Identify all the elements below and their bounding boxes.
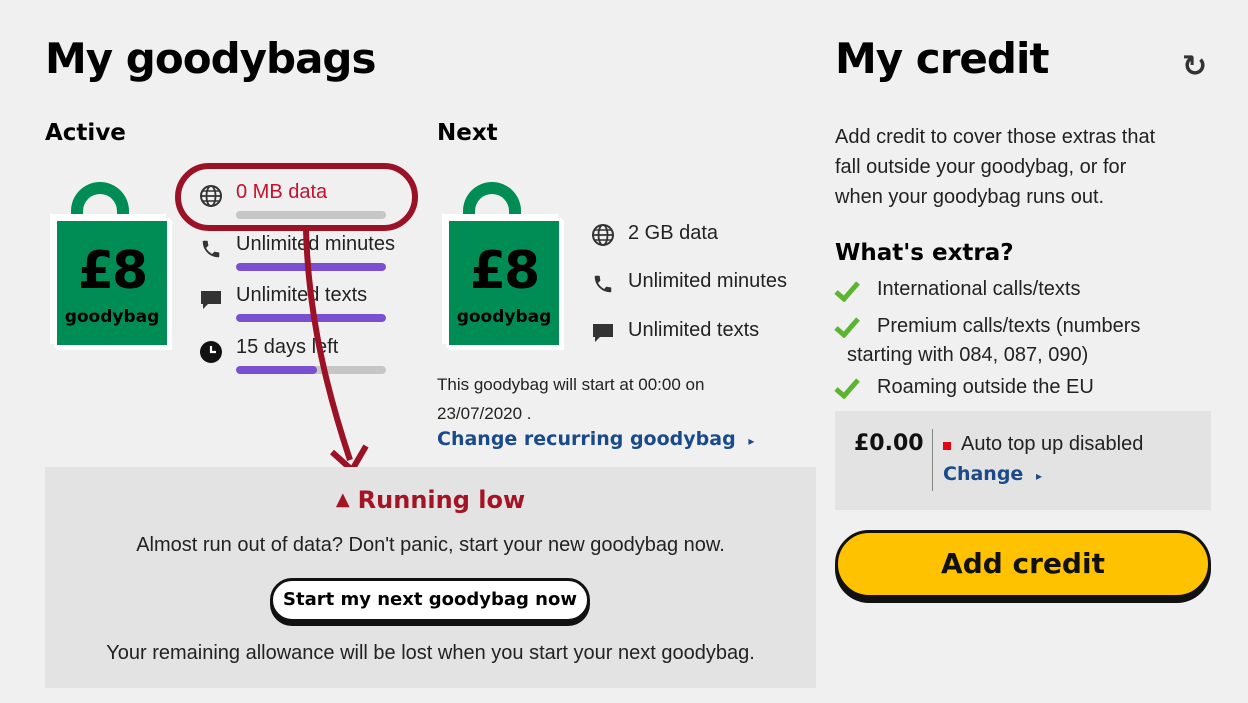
chevron-right-icon: ▸ [748, 434, 755, 448]
annotation-arrow-icon [175, 163, 418, 475]
goodybags-title: My goodybags [45, 34, 376, 83]
running-low-message: Almost run out of data? Don't panic, sta… [136, 534, 725, 556]
extra-item-continued: starting with 084, 087, 090) [847, 344, 1089, 366]
active-heading: Active [45, 120, 126, 146]
next-goodybag-icon: £8 goodybag [440, 182, 562, 348]
active-bag-price: £8 [77, 241, 148, 301]
next-minutes-label: Unlimited minutes [628, 270, 787, 292]
check-icon [834, 377, 860, 400]
extra-item: International calls/texts [877, 278, 1081, 300]
check-icon [834, 316, 860, 339]
change-auto-top-up-link[interactable]: Change ▸ [943, 463, 1042, 485]
credit-description: Add credit to cover those extras that fa… [835, 126, 1156, 208]
credit-balance: £0.00 [854, 431, 924, 456]
extras-heading: What's extra? [835, 240, 1014, 266]
credit-title: My credit [835, 34, 1049, 83]
extra-item: Roaming outside the EU [877, 376, 1094, 398]
change-recurring-goodybag-link[interactable]: Change recurring goodybag ▸ [437, 428, 754, 450]
next-data-label: 2 GB data [628, 222, 719, 244]
globe-icon [591, 223, 615, 247]
active-bag-label: goodybag [64, 307, 160, 327]
active-goodybag-icon: £8 goodybag [48, 182, 170, 348]
next-start-note: This goodybag will start at 00:00 on 23/… [437, 375, 705, 423]
speech-bubble-icon [591, 321, 615, 345]
chevron-right-icon: ▸ [1035, 469, 1042, 483]
auto-top-up-status: Auto top up disabled [961, 433, 1144, 455]
check-icon [834, 280, 860, 303]
balance-box: £0.00 Auto top up disabled Change ▸ [835, 411, 1211, 510]
status-dot-icon [943, 442, 951, 450]
extra-item: Premium calls/texts (numbers [877, 315, 1141, 337]
warning-icon: ▲ [335, 489, 350, 510]
next-texts-label: Unlimited texts [628, 319, 760, 341]
running-low-title: ▲ Running low [335, 486, 526, 514]
next-heading: Next [437, 120, 498, 146]
divider [932, 429, 933, 491]
start-next-goodybag-button[interactable]: Start my next goodybag now [270, 578, 590, 622]
running-low-panel: ▲ Running low Almost run out of data? Don… [45, 467, 816, 688]
next-bag-price: £8 [469, 241, 540, 301]
phone-icon [591, 272, 615, 296]
add-credit-button[interactable]: Add credit [835, 530, 1211, 598]
allowance-lost-warning: Your remaining allowance will be lost wh… [106, 642, 755, 664]
refresh-icon[interactable]: ↻ [1182, 49, 1207, 84]
next-bag-label: goodybag [456, 307, 552, 327]
